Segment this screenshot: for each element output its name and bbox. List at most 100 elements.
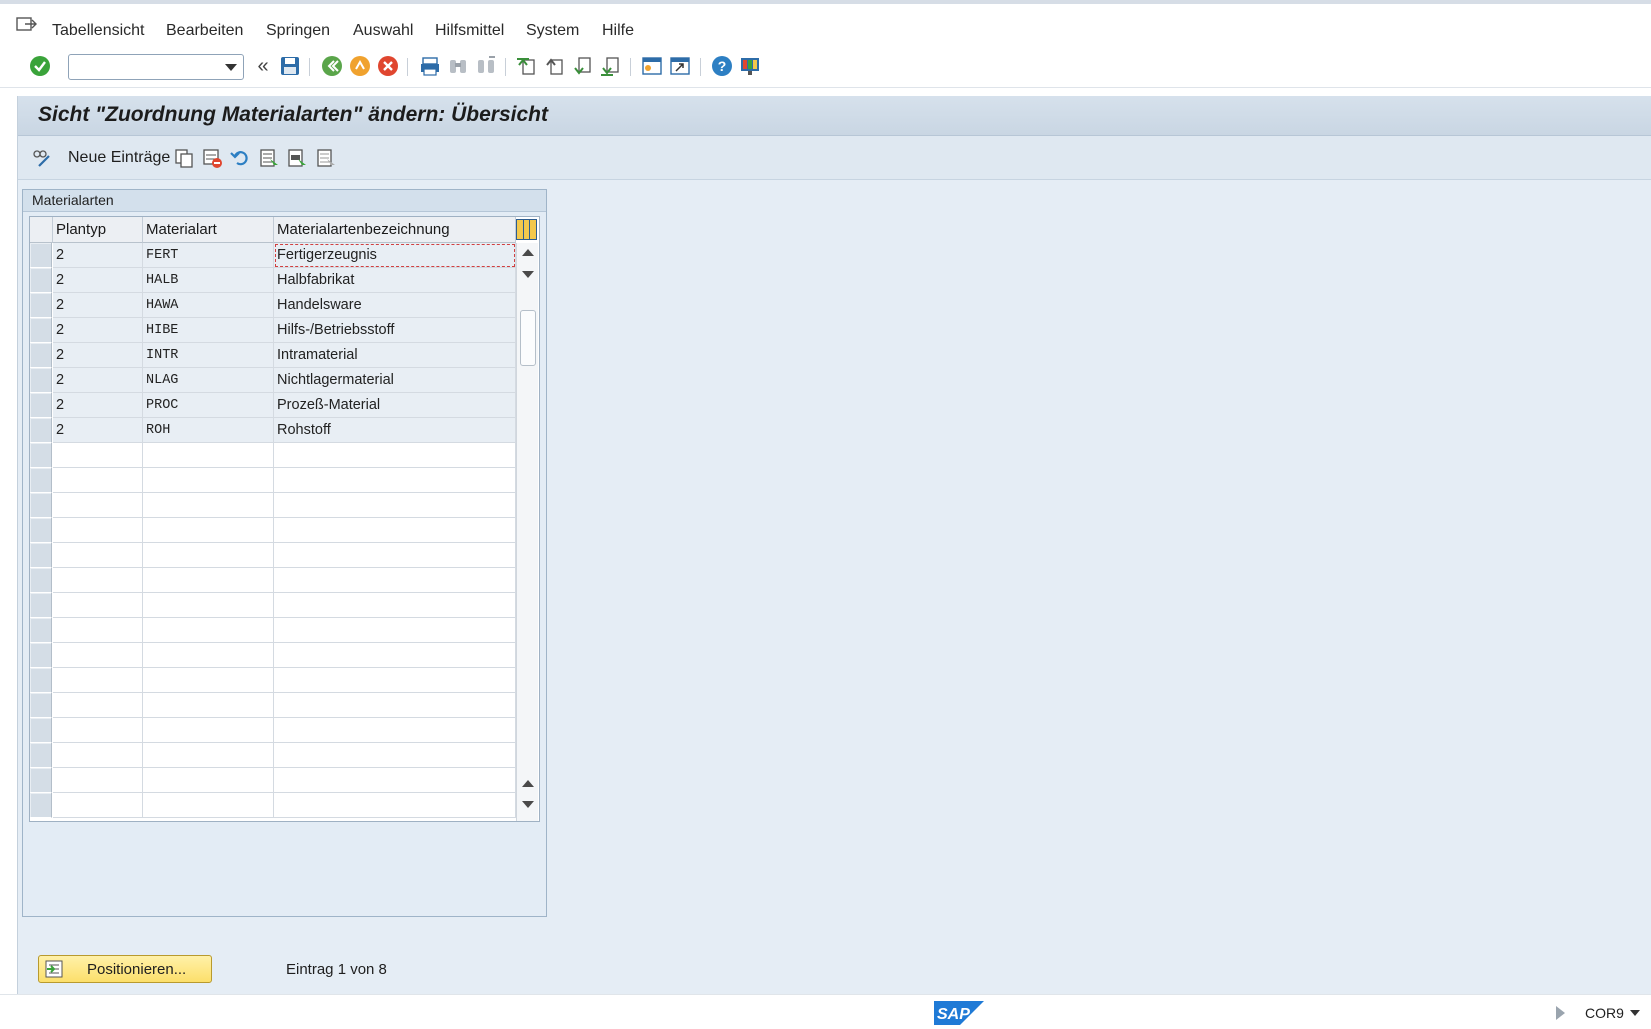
find-next-icon[interactable] bbox=[474, 54, 498, 78]
cell-materialart[interactable]: HAWA bbox=[143, 293, 274, 318]
cancel-icon[interactable] bbox=[376, 54, 400, 78]
cell-materialartenbezeichnung[interactable] bbox=[274, 718, 516, 743]
cell-materialartenbezeichnung[interactable] bbox=[274, 643, 516, 668]
create-session-icon[interactable] bbox=[640, 54, 664, 78]
select-all-rows-corner[interactable] bbox=[30, 217, 53, 243]
cell-materialartenbezeichnung[interactable] bbox=[274, 668, 516, 693]
help-icon[interactable]: ? bbox=[710, 54, 734, 78]
create-shortcut-icon[interactable] bbox=[668, 54, 692, 78]
cell-materialart[interactable] bbox=[143, 643, 274, 668]
cell-plantyp[interactable] bbox=[53, 618, 143, 643]
previous-page-icon[interactable] bbox=[542, 54, 566, 78]
row-selector[interactable] bbox=[30, 368, 52, 393]
menu-dropdown-icon[interactable] bbox=[16, 16, 38, 34]
row-selector[interactable] bbox=[30, 643, 52, 668]
row-selector[interactable] bbox=[30, 618, 52, 643]
status-expand-icon[interactable] bbox=[1556, 1006, 1565, 1020]
menu-system[interactable]: System bbox=[526, 22, 579, 40]
first-page-icon[interactable] bbox=[514, 54, 538, 78]
cell-materialart[interactable] bbox=[143, 518, 274, 543]
column-header-plantyp[interactable]: Plantyp bbox=[53, 217, 143, 243]
cell-plantyp[interactable] bbox=[53, 718, 143, 743]
delete-icon[interactable] bbox=[201, 147, 223, 169]
scroll-page-down-icon[interactable] bbox=[522, 801, 534, 808]
cell-materialart[interactable]: INTR bbox=[143, 343, 274, 368]
row-selector[interactable] bbox=[30, 443, 52, 468]
menu-tabellensicht[interactable]: Tabellensicht bbox=[52, 22, 145, 40]
cell-plantyp[interactable] bbox=[53, 468, 143, 493]
find-icon[interactable] bbox=[446, 54, 470, 78]
enter-check-icon[interactable] bbox=[28, 54, 52, 78]
cell-materialart[interactable] bbox=[143, 743, 274, 768]
row-selector[interactable] bbox=[30, 318, 52, 343]
cell-materialart[interactable] bbox=[143, 593, 274, 618]
last-page-icon[interactable] bbox=[598, 54, 622, 78]
scroll-page-up-icon[interactable] bbox=[522, 780, 534, 787]
cell-plantyp[interactable] bbox=[53, 743, 143, 768]
cell-materialartenbezeichnung[interactable] bbox=[274, 518, 516, 543]
cell-materialartenbezeichnung[interactable]: Rohstoff bbox=[274, 418, 516, 443]
cell-materialartenbezeichnung[interactable] bbox=[274, 793, 516, 818]
row-selector[interactable] bbox=[30, 743, 52, 768]
cell-plantyp[interactable]: 2 bbox=[53, 343, 143, 368]
cell-materialart[interactable]: HALB bbox=[143, 268, 274, 293]
row-selector[interactable] bbox=[30, 718, 52, 743]
vertical-scrollbar[interactable] bbox=[516, 243, 538, 821]
cell-plantyp[interactable]: 2 bbox=[53, 393, 143, 418]
edit-display-icon[interactable] bbox=[31, 147, 53, 169]
row-selector[interactable] bbox=[30, 543, 52, 568]
row-selector[interactable] bbox=[30, 668, 52, 693]
scroll-thumb[interactable] bbox=[520, 310, 536, 366]
select-block-icon[interactable] bbox=[286, 147, 308, 169]
select-all-icon[interactable] bbox=[258, 147, 280, 169]
deselect-all-icon[interactable] bbox=[315, 147, 337, 169]
cell-materialartenbezeichnung[interactable]: Halbfabrikat bbox=[274, 268, 516, 293]
cell-plantyp[interactable] bbox=[53, 668, 143, 693]
cell-materialartenbezeichnung[interactable]: Nichtlagermaterial bbox=[274, 368, 516, 393]
print-icon[interactable] bbox=[418, 54, 442, 78]
cell-materialart[interactable] bbox=[143, 718, 274, 743]
row-selector[interactable] bbox=[30, 568, 52, 593]
cell-materialart[interactable] bbox=[143, 693, 274, 718]
row-selector[interactable] bbox=[30, 418, 52, 443]
menu-springen[interactable]: Springen bbox=[266, 22, 330, 40]
customize-layout-icon[interactable] bbox=[738, 54, 762, 78]
cell-plantyp[interactable]: 2 bbox=[53, 293, 143, 318]
cell-materialart[interactable] bbox=[143, 768, 274, 793]
row-selector[interactable] bbox=[30, 693, 52, 718]
row-selector[interactable] bbox=[30, 793, 52, 818]
row-selector[interactable] bbox=[30, 243, 52, 268]
new-entries-button[interactable]: Neue Einträge bbox=[68, 149, 170, 167]
scroll-down-icon[interactable] bbox=[522, 271, 534, 278]
row-selector[interactable] bbox=[30, 343, 52, 368]
cell-plantyp[interactable] bbox=[53, 643, 143, 668]
cell-plantyp[interactable] bbox=[53, 593, 143, 618]
cell-materialartenbezeichnung[interactable] bbox=[274, 568, 516, 593]
cell-materialart[interactable] bbox=[143, 443, 274, 468]
cell-materialartenbezeichnung[interactable]: Intramaterial bbox=[274, 343, 516, 368]
menu-hilfsmittel[interactable]: Hilfsmittel bbox=[435, 22, 504, 40]
row-selector[interactable] bbox=[30, 468, 52, 493]
row-selector[interactable] bbox=[30, 593, 52, 618]
menu-hilfe[interactable]: Hilfe bbox=[602, 22, 634, 40]
cell-plantyp[interactable]: 2 bbox=[53, 318, 143, 343]
save-icon[interactable] bbox=[278, 54, 302, 78]
back-icon[interactable] bbox=[320, 54, 344, 78]
exit-icon[interactable] bbox=[348, 54, 372, 78]
cell-materialart[interactable] bbox=[143, 618, 274, 643]
collapse-icon[interactable]: « bbox=[251, 54, 275, 78]
system-dropdown-icon[interactable] bbox=[1630, 1010, 1640, 1016]
cell-plantyp[interactable] bbox=[53, 493, 143, 518]
row-selector[interactable] bbox=[30, 393, 52, 418]
next-page-icon[interactable] bbox=[570, 54, 594, 78]
cell-plantyp[interactable] bbox=[53, 568, 143, 593]
cell-materialartenbezeichnung[interactable]: Prozeß-Material bbox=[274, 393, 516, 418]
menu-bearbeiten[interactable]: Bearbeiten bbox=[166, 22, 243, 40]
cell-plantyp[interactable] bbox=[53, 793, 143, 818]
copy-icon[interactable] bbox=[173, 147, 195, 169]
scroll-up-icon[interactable] bbox=[522, 249, 534, 256]
cell-materialart[interactable] bbox=[143, 468, 274, 493]
positionieren-button[interactable]: Positionieren... bbox=[38, 955, 212, 983]
cell-materialart[interactable] bbox=[143, 543, 274, 568]
cell-materialartenbezeichnung[interactable] bbox=[274, 693, 516, 718]
